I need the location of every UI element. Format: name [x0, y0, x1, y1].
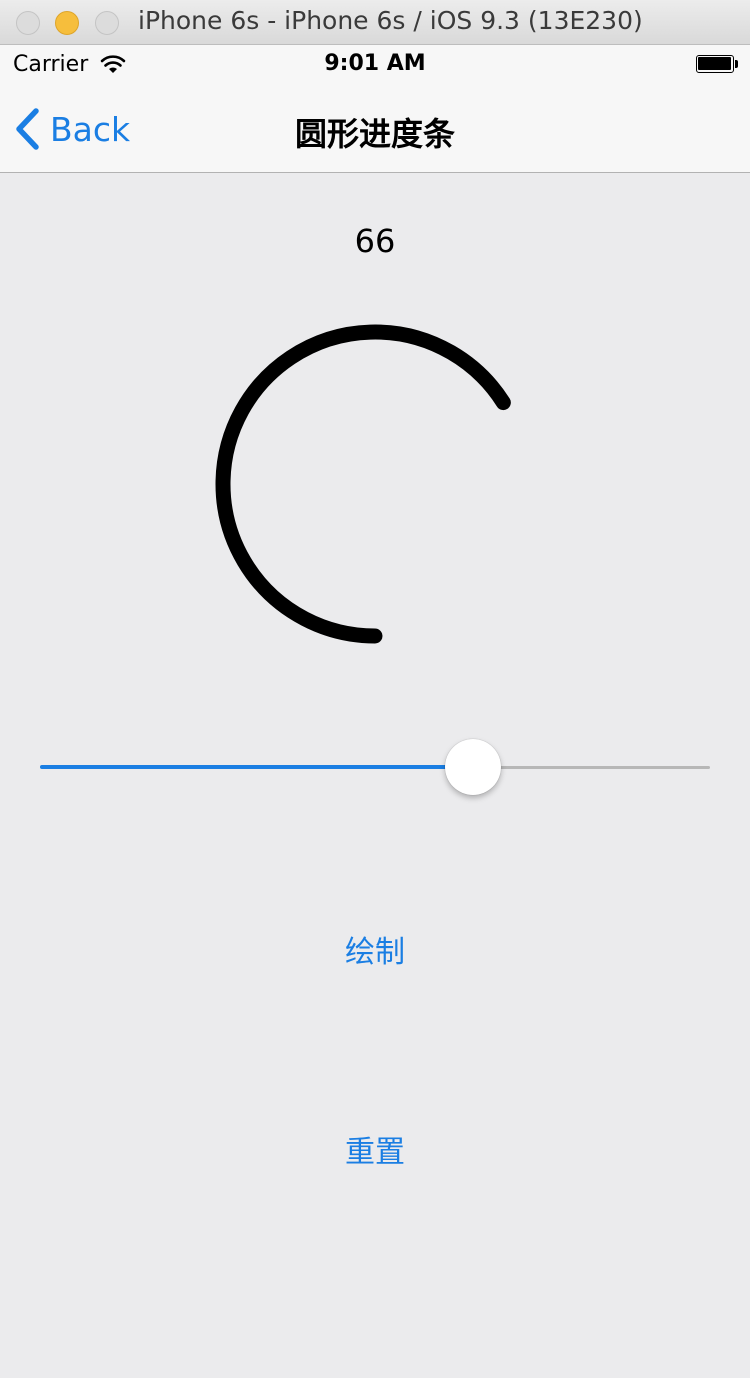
slider-thumb[interactable]: [445, 739, 502, 795]
window-minimize-button[interactable]: [55, 11, 79, 35]
reset-button[interactable]: 重置: [0, 1127, 750, 1171]
draw-button-label: 绘制: [345, 935, 405, 970]
status-time: 9:01 AM: [324, 51, 426, 76]
navigation-bar: Back 圆形进度条: [0, 85, 750, 173]
battery-icon: [696, 55, 738, 73]
window-close-button[interactable]: [16, 11, 40, 35]
progress-slider[interactable]: [40, 737, 710, 797]
simulator-title-bar: iPhone 6s - iPhone 6s / iOS 9.3 (13E230): [0, 0, 750, 45]
status-bar: Carrier 9:01 AM: [0, 45, 750, 85]
draw-button[interactable]: 绘制: [0, 927, 750, 971]
progress-value-label: 66: [354, 222, 396, 260]
slider-min-track: [40, 765, 474, 769]
window-zoom-button[interactable]: [95, 11, 119, 35]
progress-arc: [215, 324, 511, 644]
circular-progress-ring: [215, 324, 511, 644]
window-title: iPhone 6s - iPhone 6s / iOS 9.3 (13E230): [138, 6, 643, 35]
page-title: 圆形进度条: [294, 115, 455, 153]
reset-button-label: 重置: [345, 1135, 405, 1170]
slider-max-track: [473, 766, 710, 769]
